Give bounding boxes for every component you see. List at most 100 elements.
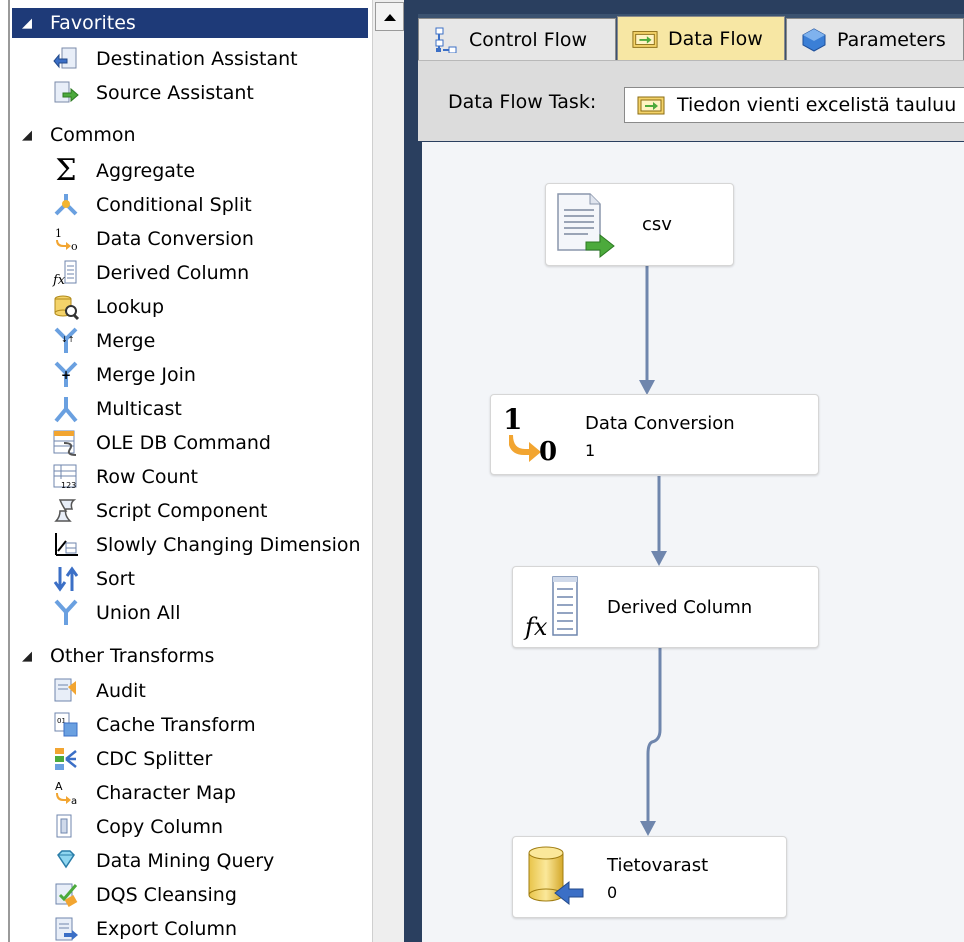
component-name: Derived Column [607,597,753,618]
slowly-changing-dimension-icon [48,530,84,560]
icon-glyph-bottom: 0 [539,437,558,467]
sigma-icon: Σ [55,153,77,188]
svg-text:fx: fx [523,613,548,641]
toolbox-group-favorites[interactable]: ◢ Favorites [12,8,368,38]
tool-audit[interactable]: Audit [48,674,372,708]
flat-file-source-icon [557,193,615,258]
tool-data-mining-query[interactable]: Data Mining Query [48,844,372,878]
tool-derived-column[interactable]: fx Derived Column [48,256,372,290]
svg-text:o: o [71,240,78,252]
tool-label: Merge [96,330,156,352]
tool-row-count[interactable]: 123 Row Count [48,460,372,494]
svg-text:1: 1 [55,227,62,240]
tool-slowly-changing-dimension[interactable]: Slowly Changing Dimension [48,528,372,562]
group-label: Common [50,124,136,146]
export-column-icon [48,914,84,942]
copy-column-icon [48,812,84,842]
tab-label: Control Flow [469,29,588,51]
tool-merge-join[interactable]: + Merge Join [48,358,372,392]
tool-label: Character Map [96,782,236,804]
database-destination-icon [528,846,584,906]
tool-data-conversion[interactable]: 1o Data Conversion [48,222,372,256]
component-derived-column[interactable]: fx Derived Column [512,566,819,648]
component-name: csv [642,214,672,235]
tool-label: DQS Cleansing [96,884,237,906]
tool-label: Merge Join [96,364,196,386]
tool-multicast[interactable]: Multicast [48,392,372,426]
tab-label: Data Flow [668,28,763,50]
data-flow-task-value: Tiedon vienti excelistä tauluu [677,94,957,116]
expand-triangle-icon: ◢ [22,127,32,143]
tool-copy-column[interactable]: Copy Column [48,810,372,844]
component-data-conversion[interactable]: 1 0 Data Conversion 1 [490,394,819,475]
tool-label: Data Conversion [96,228,254,250]
toolbox-group-common[interactable]: ◢ Common [12,120,370,150]
toolbox-scrollbar[interactable] [372,0,405,942]
multicast-icon [48,394,84,424]
tool-label: Conditional Split [96,194,252,216]
svg-text:↓↑: ↓↑ [61,335,74,344]
tool-source-assistant[interactable]: Source Assistant [48,76,372,110]
tool-script-component[interactable]: Script Component [48,494,372,528]
tool-label: Row Count [96,466,198,488]
character-map-icon: Aa [48,778,84,808]
tool-ole-db-command[interactable]: OLE DB Command [48,426,372,460]
scroll-up-arrow-icon[interactable] [375,2,404,31]
tool-label: Script Component [96,500,268,522]
tool-merge[interactable]: ↓↑ Merge [48,324,372,358]
sort-icon [48,564,84,594]
svg-text:+: + [61,368,71,382]
tool-destination-assistant[interactable]: Destination Assistant [48,42,372,76]
tab-label: Parameters [837,29,946,51]
audit-icon [48,676,84,706]
component-csv-source[interactable]: csv [545,183,734,266]
data-flow-task-bar: Data Flow Task: Tiedon vienti excelistä … [418,60,964,141]
data-conversion-icon: 1o [48,224,84,254]
tool-label: Slowly Changing Dimension [96,534,361,556]
tool-union-all[interactable]: Union All [48,596,372,630]
destination-assistant-icon [48,44,84,74]
conditional-split-icon [48,190,84,220]
component-tietovarast-destination[interactable]: Tietovarast 0 [512,836,787,918]
tool-label: Source Assistant [96,82,254,104]
component-subtitle: 0 [607,883,618,902]
tool-sort[interactable]: Sort [48,562,372,596]
tool-label: Data Mining Query [96,850,275,872]
tool-label: Export Column [96,918,237,940]
tool-character-map[interactable]: Aa Character Map [48,776,372,810]
merge-join-icon: + [48,360,84,390]
ssis-toolbox: ◢ Favorites Destination Assistant Source… [0,0,372,942]
data-flow-task-icon [637,96,665,115]
svg-text:A: A [55,780,63,793]
row-count-icon: 123 [48,462,84,492]
toolbox-group-other-transforms[interactable]: ◢ Other Transforms [12,641,370,671]
tool-cdc-splitter[interactable]: CDC Splitter [48,742,372,776]
tool-label: Destination Assistant [96,48,298,70]
tool-export-column[interactable]: Export Column [48,912,372,942]
svg-text:a: a [71,796,77,807]
tool-aggregate[interactable]: Σ Aggregate [48,154,372,188]
tab-control-flow[interactable]: Control Flow [418,18,616,61]
svg-text:123: 123 [61,481,76,490]
tab-parameters[interactable]: Parameters [786,18,964,61]
tool-label: Derived Column [96,262,250,284]
data-flow-task-dropdown[interactable]: Tiedon vienti excelistä tauluu [624,87,964,123]
ole-db-command-icon [48,428,84,458]
svg-text:fx: fx [52,273,66,287]
tool-label: Multicast [96,398,182,420]
tool-lookup[interactable]: Lookup [48,290,372,324]
union-all-icon [48,598,84,628]
expand-triangle-icon: ◢ [22,15,32,31]
expand-triangle-icon: ◢ [22,648,32,664]
source-assistant-icon [48,78,84,108]
tool-label: Cache Transform [96,714,256,736]
group-label: Favorites [50,12,136,34]
tab-data-flow[interactable]: Data Flow [617,16,785,61]
tool-conditional-split[interactable]: Conditional Split [48,188,372,222]
lookup-icon [48,292,84,322]
data-mining-query-icon [48,846,84,876]
tool-cache-transform[interactable]: 01 Cache Transform [48,708,372,742]
tool-dqs-cleansing[interactable]: DQS Cleansing [48,878,372,912]
component-name: Tietovarast [607,855,709,876]
derived-column-icon: fx [48,258,84,288]
